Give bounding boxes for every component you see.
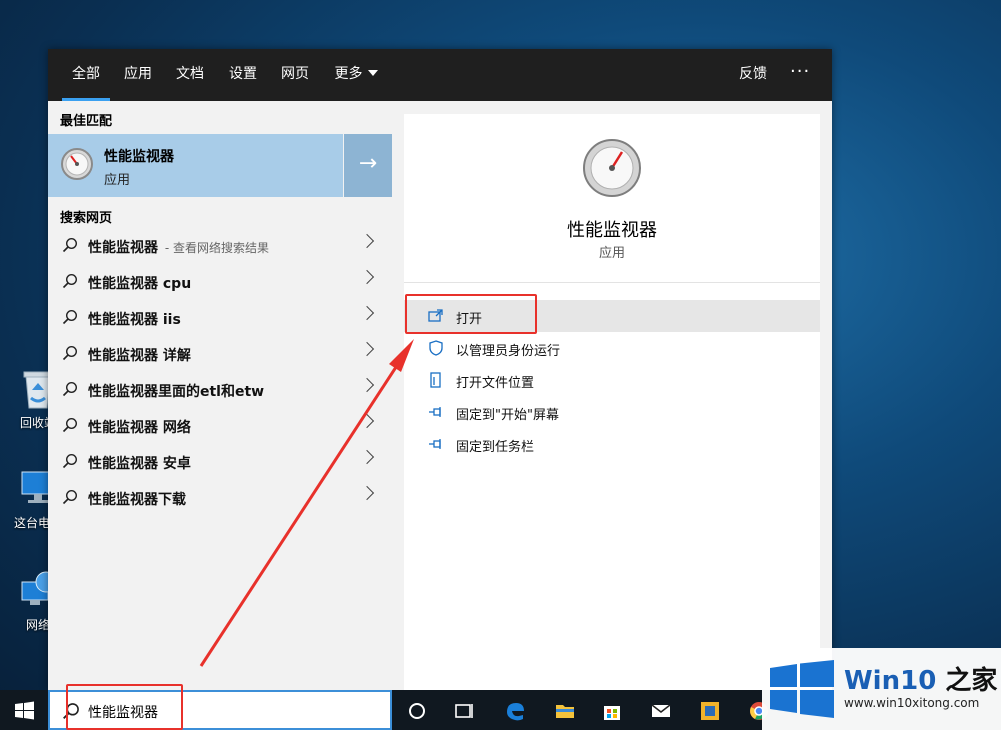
windows-start-icon[interactable] [14,700,36,722]
action-pin-to-taskbar[interactable]: 固定到任务栏 [404,428,820,460]
best-match-heading: 最佳匹配 [60,114,113,129]
web-result-text: 性能监视器 iis [88,312,181,328]
watermark-brand-suffix: 之家 [945,666,998,696]
task-view-icon[interactable] [453,700,475,722]
chevron-right-icon [359,377,375,393]
search-panel: 全部 应用 文档 设置 网页 更多 反馈 ··· 最佳匹配 性能监视器 应用 →… [48,49,832,690]
action-label: 打开文件位置 [456,376,535,391]
best-match-subtitle: 应用 [104,173,131,188]
app-icon[interactable] [699,700,721,722]
shield-icon [429,340,443,356]
search-icon [62,417,78,433]
chevron-right-icon [359,305,375,321]
web-result-text: 性能监视器 cpu [88,276,192,292]
web-result-text: 性能监视器 网络 [88,420,191,436]
web-result-row[interactable]: 性能监视器 详解 [48,336,392,372]
watermark-brand-prefix: Win10 [844,666,937,696]
web-result-text: 性能监视器 安卓 [88,456,191,472]
action-open-file-location[interactable]: 打开文件位置 [404,364,820,396]
action-run-as-admin[interactable]: 以管理员身份运行 [404,332,820,364]
chevron-right-icon [359,233,375,249]
web-result-row[interactable]: 性能监视器 网络 [48,408,392,444]
search-filter-bar: 全部 应用 文档 设置 网页 更多 反馈 ··· [48,49,832,101]
watermark-url: www.win10xitong.com [844,696,980,710]
performance-monitor-icon [61,148,93,180]
app-detail-pane: 性能监视器 应用 打开 以管理员身份运行 打开文件位置 固定到"开始"屏幕 固定… [404,114,820,690]
edge-icon[interactable] [504,700,526,722]
watermark: Win10 之家 www.win10xitong.com [762,648,1001,730]
windows-logo-icon [770,660,834,718]
best-match-title: 性能监视器 [104,149,174,165]
file-explorer-icon[interactable] [554,700,576,722]
detail-subtitle: 应用 [598,246,625,261]
action-label: 固定到"开始"屏幕 [456,408,559,423]
web-result-row[interactable]: 性能监视器 iis [48,300,392,336]
more-options-button[interactable]: ··· [790,49,810,95]
caret-down-icon [367,70,378,76]
search-icon [62,453,78,469]
feedback-button[interactable]: 反馈 [739,49,767,99]
chevron-right-icon [359,413,375,429]
divider [404,282,820,283]
cortana-icon[interactable] [406,700,428,722]
web-result-row[interactable]: 性能监视器 - 查看网络搜索结果 [48,228,392,264]
best-match-expand-button[interactable]: → [344,134,392,197]
search-icon [62,381,78,397]
search-icon [62,309,78,325]
mail-icon[interactable] [650,700,672,722]
chevron-right-icon [359,341,375,357]
web-result-row[interactable]: 性能监视器 cpu [48,264,392,300]
tab-web[interactable]: 网页 [277,49,313,101]
web-result-text: 性能监视器下载 [88,492,186,508]
pin-icon [429,439,441,449]
web-result-hint: - 查看网络搜索结果 [164,241,270,255]
store-icon[interactable] [601,700,623,722]
web-result-text: 性能监视器里面的etl和etw [88,384,265,400]
web-result-text: 性能监视器 [88,240,158,256]
web-result-text: 性能监视器 详解 [88,348,191,364]
web-result-row[interactable]: 性能监视器下载 [48,480,392,516]
detail-title: 性能监视器 [567,220,657,241]
search-icon [62,345,78,361]
annotation-highlight-open [405,294,537,334]
tab-documents[interactable]: 文档 [172,49,208,101]
tab-settings[interactable]: 设置 [225,49,261,101]
web-result-row[interactable]: 性能监视器里面的etl和etw [48,372,392,408]
pin-icon [429,407,441,417]
chevron-right-icon [359,269,375,285]
action-label: 固定到任务栏 [456,440,535,455]
search-icon [62,489,78,505]
file-location-icon [430,372,441,388]
annotation-highlight-search [66,684,183,730]
web-search-heading: 搜索网页 [60,211,113,226]
search-icon [62,273,78,289]
chevron-right-icon [359,449,375,465]
web-result-row[interactable]: 性能监视器 安卓 [48,444,392,480]
tab-all[interactable]: 全部 [62,49,110,101]
best-match-item[interactable]: 性能监视器 应用 [48,134,343,197]
arrow-right-icon: → [358,151,378,176]
action-label: 以管理员身份运行 [456,344,561,359]
performance-monitor-icon [583,139,641,197]
action-pin-to-start[interactable]: 固定到"开始"屏幕 [404,396,820,428]
tab-apps[interactable]: 应用 [120,49,156,101]
search-icon [62,237,78,253]
chevron-right-icon [359,485,375,501]
watermark-brand: Win10 之家 [844,660,997,697]
results-list: 最佳匹配 性能监视器 应用 → 搜索网页 性能监视器 - 查看网络搜索结果 性能… [48,101,392,690]
tab-more-label: 更多 [334,66,363,82]
tab-more[interactable]: 更多 [330,49,382,101]
